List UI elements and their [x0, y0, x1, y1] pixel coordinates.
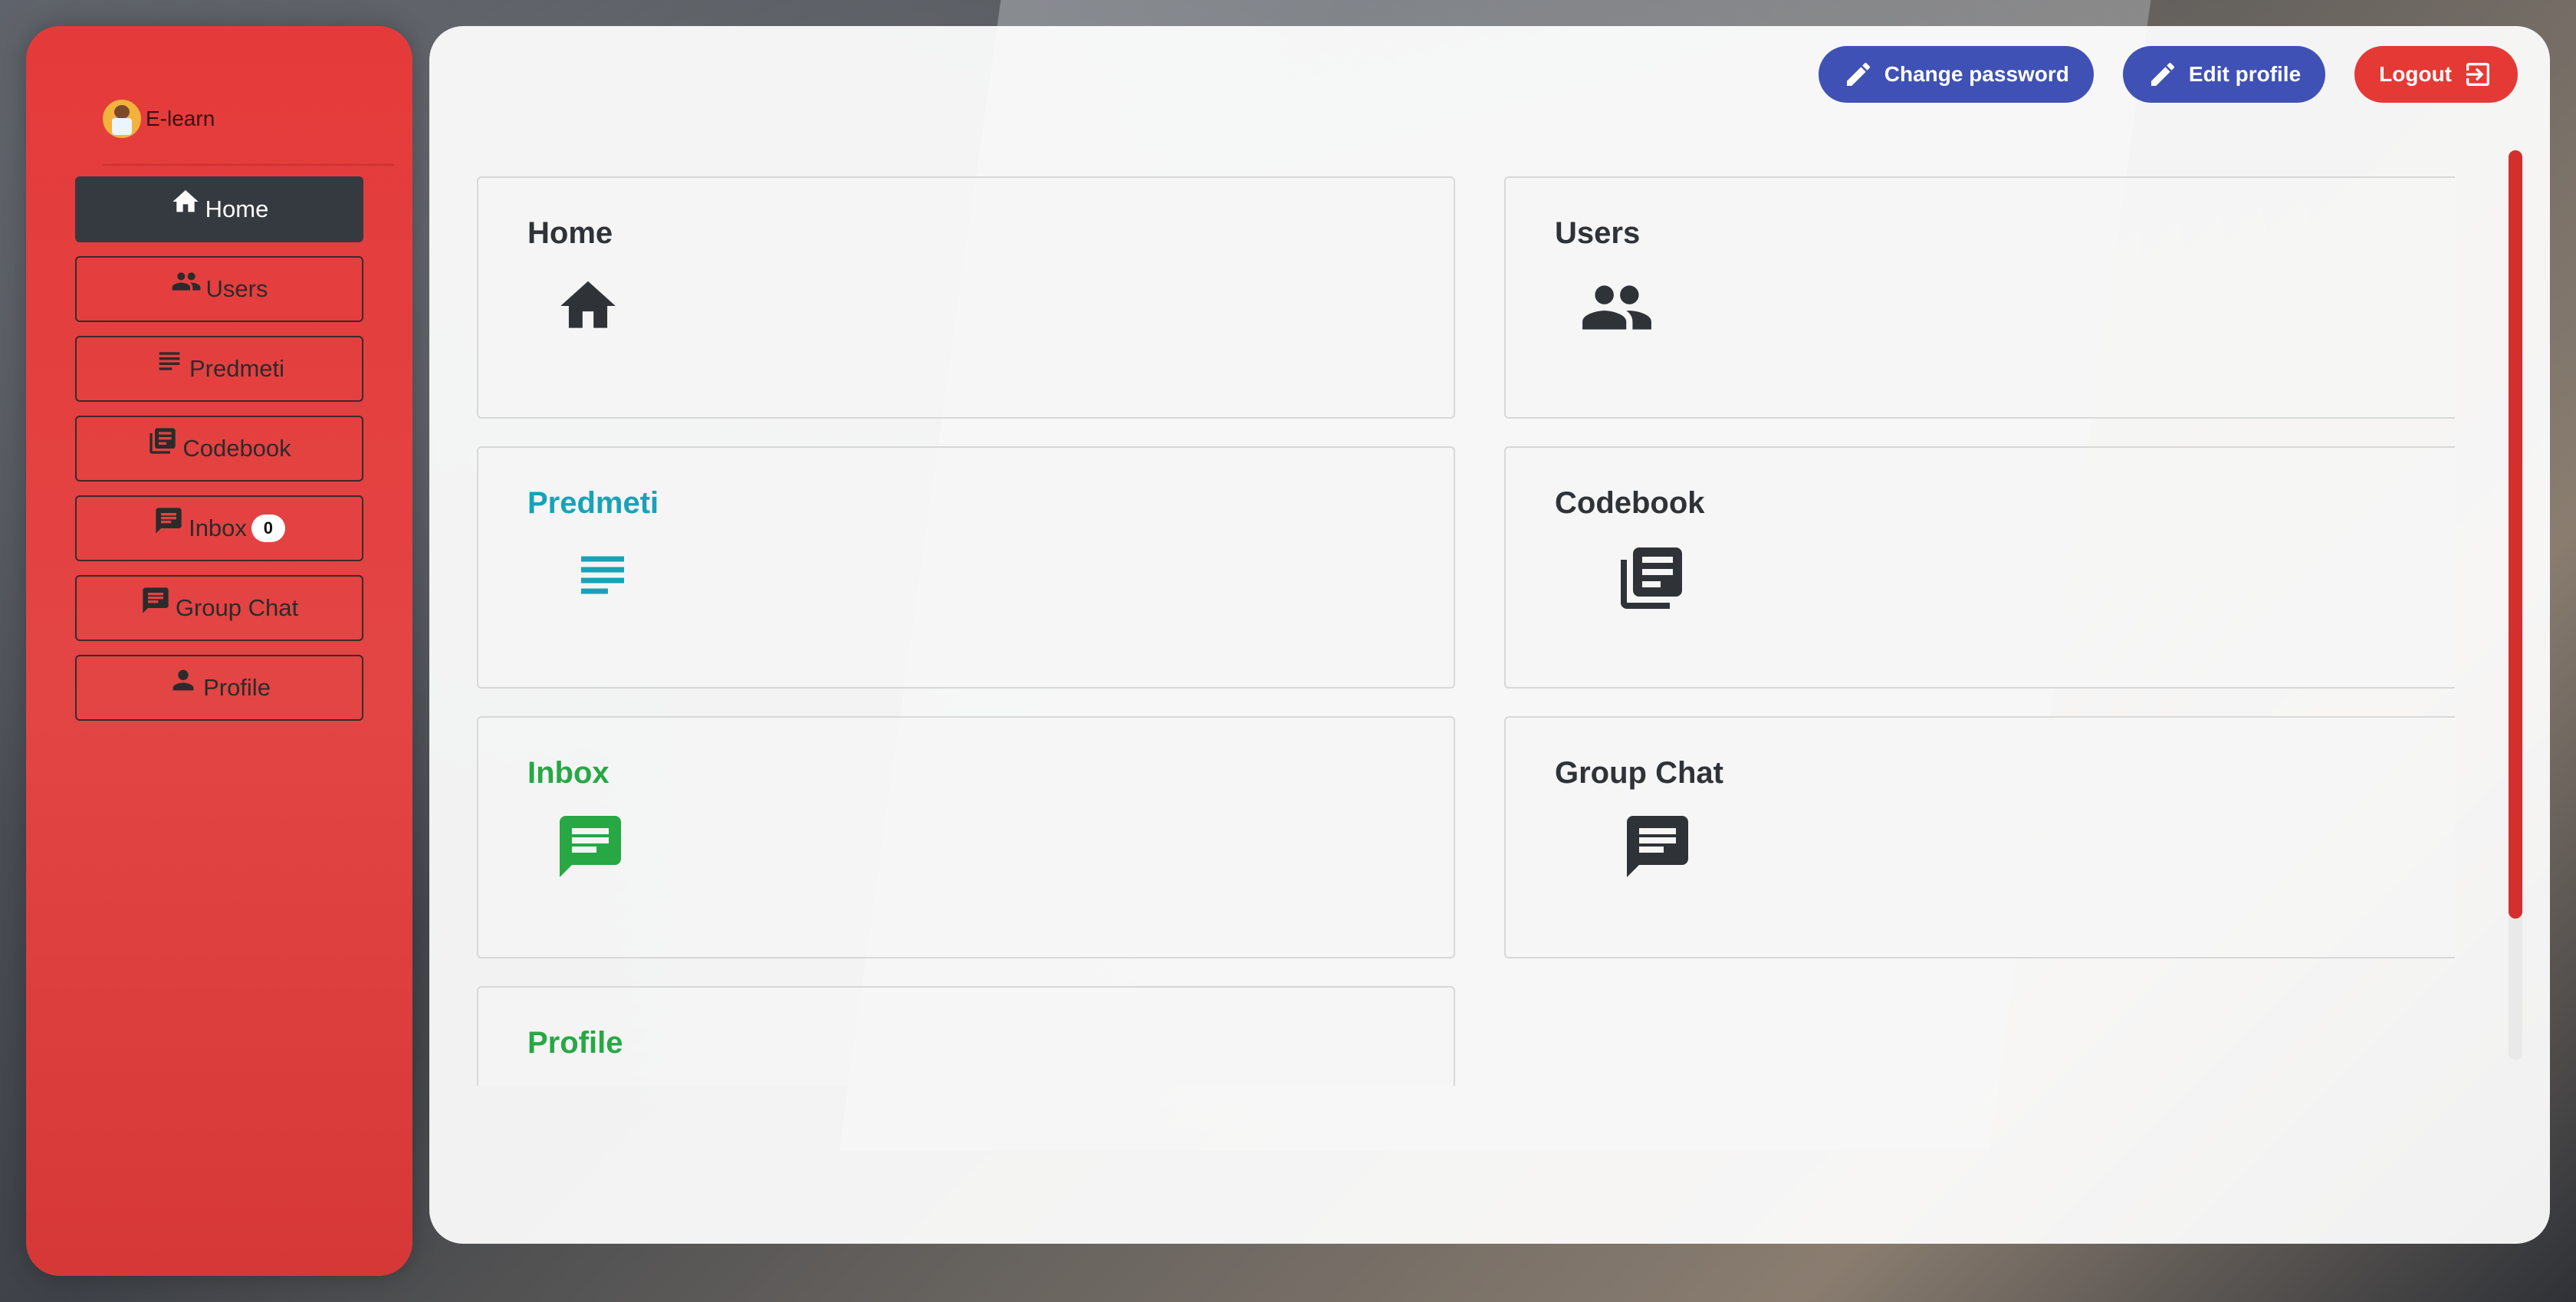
person-icon	[168, 665, 199, 695]
home-icon	[555, 273, 621, 339]
change-password-label: Change password	[1884, 62, 2069, 86]
chat-icon	[1621, 810, 1694, 883]
library-books-icon	[147, 426, 178, 456]
logout-button[interactable]: Logout	[2354, 46, 2518, 103]
brand-name: E-learn	[146, 107, 215, 130]
edit-profile-button[interactable]: Edit profile	[2122, 46, 2326, 103]
pencil-icon	[2150, 62, 2174, 86]
subject-icon	[154, 346, 185, 376]
scrollbar[interactable]	[2509, 150, 2522, 1060]
sidebar-item-label: Profile	[203, 674, 271, 701]
sidebar-item-label: Predmeti	[189, 355, 285, 382]
logout-label: Logout	[2379, 62, 2452, 86]
card-predmeti[interactable]: Predmeti	[477, 446, 1455, 689]
scrollbar-thumb[interactable]	[2509, 150, 2522, 919]
sidebar-item-group-chat[interactable]: Group Chat	[75, 575, 363, 641]
card-codebook[interactable]: Codebook	[1504, 446, 2455, 689]
card-title: Home	[527, 216, 613, 250]
change-password-button[interactable]: Change password	[1818, 46, 2094, 103]
pencil-icon	[1846, 62, 1870, 86]
sidebar-item-codebook[interactable]: Codebook	[75, 416, 363, 482]
card-title: Predmeti	[527, 486, 659, 520]
sidebar-item-label: Home	[205, 196, 269, 222]
sidebar-item-profile[interactable]: Profile	[75, 655, 363, 721]
sidebar-item-label: Inbox	[189, 515, 247, 541]
brand[interactable]: E-learn	[103, 74, 394, 166]
card-title: Users	[1555, 216, 1641, 250]
card-users[interactable]: Users	[1504, 176, 2455, 419]
edit-profile-label: Edit profile	[2188, 62, 2302, 86]
card-home[interactable]: Home	[477, 176, 1455, 419]
sidebar-item-predmeti[interactable]: Predmeti	[75, 336, 363, 402]
sidebar-item-label: Group Chat	[175, 594, 299, 621]
chat-icon	[153, 505, 184, 536]
card-title: Codebook	[1555, 486, 1705, 520]
chat-icon	[140, 585, 171, 616]
brand-logo-icon	[103, 100, 141, 138]
sidebar-item-users[interactable]: Users	[75, 256, 363, 322]
card-profile[interactable]: Profile	[477, 986, 1455, 1086]
home-icon	[170, 186, 201, 217]
subject-icon	[570, 543, 635, 607]
dashboard-grid: Home Users Predmeti Codebook Inbox Group…	[477, 149, 2455, 1086]
library-books-icon	[1615, 541, 1688, 615]
logout-icon	[2466, 63, 2489, 86]
sidebar-nav: Home Users Predmeti Codebook Inbox 0 Gro…	[75, 176, 363, 735]
sidebar-item-label: Codebook	[182, 435, 291, 462]
users-icon	[171, 266, 202, 297]
card-inbox[interactable]: Inbox	[477, 716, 1455, 958]
card-group-chat[interactable]: Group Chat	[1504, 716, 2455, 958]
chat-icon	[554, 810, 627, 883]
sidebar-item-label: Users	[205, 275, 268, 302]
sidebar-item-home[interactable]: Home	[75, 176, 363, 242]
inbox-count-badge: 0	[251, 515, 285, 542]
top-actions: Change password Edit profile Logout	[1818, 46, 2518, 103]
card-title: Group Chat	[1555, 756, 1723, 790]
sidebar-item-inbox[interactable]: Inbox 0	[75, 495, 363, 561]
users-icon	[1579, 270, 1654, 345]
sidebar: E-learn Home Users Predmeti Codebook Inb…	[26, 26, 412, 1276]
card-title: Profile	[527, 1026, 623, 1060]
card-title: Inbox	[527, 756, 610, 790]
main-panel: Change password Edit profile Logout Home…	[429, 26, 2550, 1244]
